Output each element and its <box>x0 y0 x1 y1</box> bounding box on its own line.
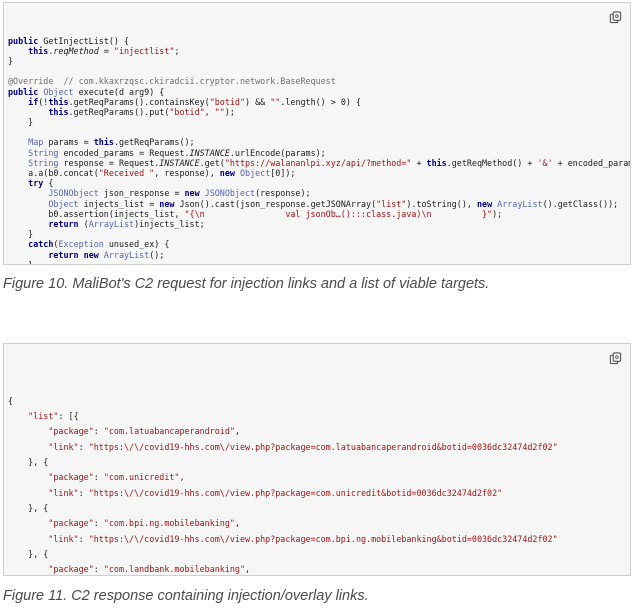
code-line: } <box>8 117 34 128</box>
code-line: Map params = this.getReqParams(); <box>28 137 195 148</box>
code-line: "link": "https:\/\/covid19-hhs.com\/view… <box>48 441 558 452</box>
code-line: public Object execute(d arg9) { <box>8 86 165 97</box>
code-line: return new ArrayList(); <box>48 249 165 260</box>
code-line: Object injects_list = new Json().cast(js… <box>48 198 619 209</box>
code-listing-json: { "list": [{ "package": "com.latuabancap… <box>8 394 630 575</box>
code-line: "package": "com.bpi.ng.mobilebanking", <box>48 518 240 529</box>
code-line: } <box>8 55 14 66</box>
code-block-figure11: { "list": [{ "package": "com.latuabancap… <box>3 343 631 576</box>
code-line: "package": "com.unicredit", <box>48 472 185 483</box>
code-line: "link": "https:\/\/covid19-hhs.com\/view… <box>48 487 503 498</box>
code-line: { <box>8 395 14 406</box>
code-line: ​ <box>8 66 630 76</box>
figure-caption: Figure 10. MaliBot's C2 request for inje… <box>3 276 490 292</box>
code-line: JSONObject json_response = new JSONObjec… <box>48 188 311 199</box>
code-line: String encoded_params = Request.INSTANCE… <box>28 147 326 158</box>
code-line: if(!this.getReqParams().containsKey("bot… <box>28 96 362 107</box>
code-line: b0.assertion(injects_list, "{\n val json… <box>8 208 503 219</box>
code-line: catch(Exception unused_ex) { <box>28 239 170 250</box>
code-line: this.getReqParams().put("botid", ""); <box>48 106 235 117</box>
code-line: } <box>8 229 34 240</box>
code-line: "link": "https:\/\/covid19-hhs.com\/view… <box>48 533 558 544</box>
copy-code-icon[interactable] <box>609 11 622 24</box>
code-line: a.a(b0.concat("Received ", response), ne… <box>8 168 296 179</box>
code-line: public GetInjectList() { <box>8 35 130 46</box>
code-line: "list": [{ <box>28 411 79 422</box>
code-line: this.reqMethod = "injectlist"; <box>28 45 180 56</box>
figure-caption: Figure 11. C2 response containing inject… <box>3 588 369 604</box>
code-line: "package": "com.latuabancaperandroid", <box>48 426 240 437</box>
code-line: } <box>8 259 34 265</box>
code-line: }, { <box>8 502 49 513</box>
code-listing-java: public GetInjectList() { this.reqMethod … <box>8 35 630 265</box>
code-line: return (ArrayList)injects_list; <box>48 218 205 229</box>
code-line: String response = Request.INSTANCE.get("… <box>28 157 630 168</box>
code-line: }, { <box>8 457 49 468</box>
copy-code-icon[interactable] <box>609 352 622 365</box>
code-line: ​ <box>8 127 630 137</box>
code-line: "package": "com.landbank.mobilebanking", <box>48 564 251 575</box>
code-line: try { <box>28 178 54 189</box>
code-block-figure10: public GetInjectList() { this.reqMethod … <box>3 2 631 265</box>
code-line: }, { <box>8 548 49 559</box>
code-line: @Override // com.kkaxrzqsc.ckiradcii.cry… <box>8 76 336 87</box>
